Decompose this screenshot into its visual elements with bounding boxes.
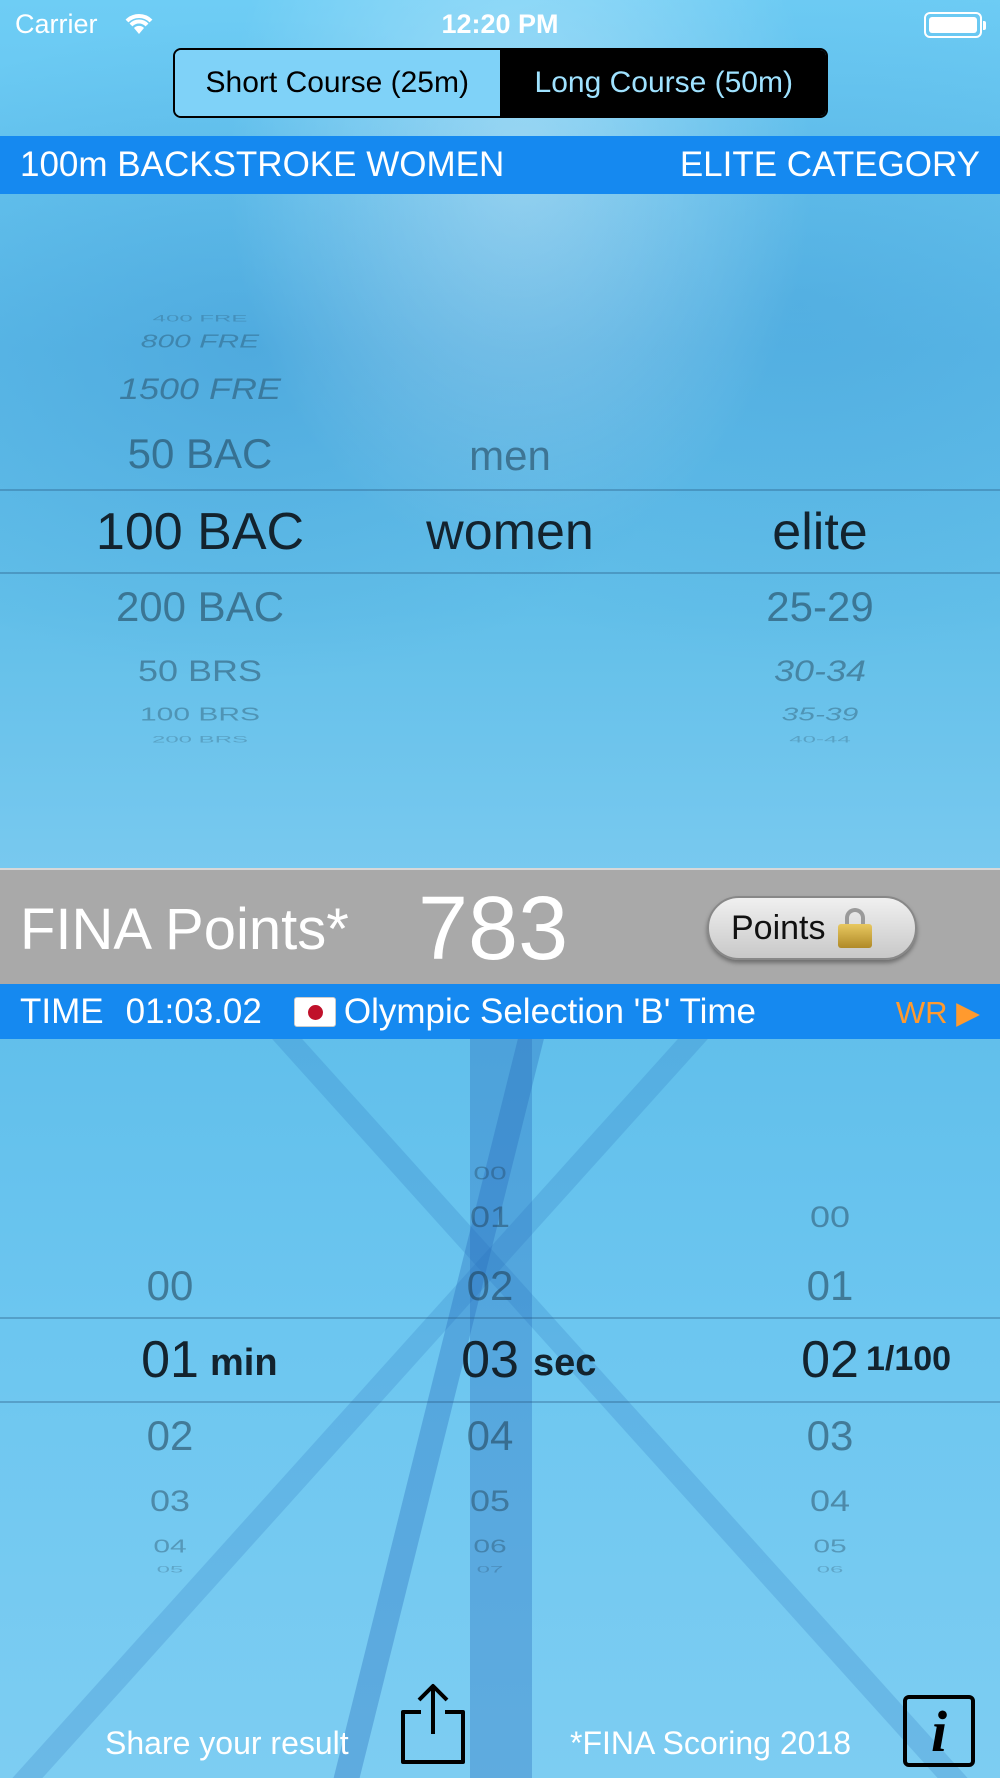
picker-selection-line-top (0, 1317, 1000, 1319)
picker-item[interactable]: 50 BAC (60, 430, 340, 478)
picker-item[interactable]: 04 (80, 1537, 260, 1557)
points-value: 783 (418, 879, 569, 979)
points-button-label: Points (731, 908, 826, 947)
picker-selected-gender[interactable]: women (360, 502, 660, 562)
seconds-unit-label: sec (533, 1342, 597, 1384)
points-lock-button[interactable]: Points (707, 896, 917, 960)
picker-item[interactable]: 30-34 (680, 654, 960, 688)
category-title: ELITE CATEGORY (679, 145, 980, 184)
picker-selected-stroke[interactable]: 100 BAC (60, 502, 340, 562)
picker-item[interactable]: 05 (80, 1565, 260, 1576)
picker-item[interactable]: 100 BRS (60, 705, 340, 725)
picker-item[interactable]: 1500 FRE (60, 372, 340, 406)
picker-item[interactable]: 04 (400, 1412, 580, 1460)
world-record-link[interactable]: WR ▶ (896, 995, 980, 1031)
picker-item[interactable]: 02 (400, 1262, 580, 1310)
picker-item[interactable]: men (360, 432, 660, 480)
picker-item[interactable]: 400 FRE (60, 314, 340, 325)
picker-item[interactable]: 200 BRS (60, 735, 340, 746)
minutes-unit-label: min (210, 1342, 278, 1384)
time-bar: TIME 01:03.02 Olympic Selection 'B' Time… (0, 984, 1000, 1039)
japan-flag-icon (293, 996, 336, 1027)
picker-selection-line-bottom (0, 572, 1000, 574)
picker-selection-line-bottom (0, 1401, 1000, 1403)
points-label: FINA Points* (20, 897, 349, 962)
picker-selected-category[interactable]: elite (680, 502, 960, 562)
picker-item[interactable]: 25-29 (680, 583, 960, 631)
picker-item[interactable]: 35-39 (680, 705, 960, 725)
picker-item[interactable]: 02 (80, 1412, 260, 1460)
picker-item[interactable]: 01 (740, 1262, 920, 1310)
picker-item[interactable]: 03 (740, 1412, 920, 1460)
time-label: TIME (20, 991, 104, 1031)
status-bar: Carrier 12:20 PM (0, 0, 1000, 48)
course-segmented-control: Short Course (25m) Long Course (50m) (173, 48, 828, 118)
picker-item[interactable]: 01 (400, 1200, 580, 1234)
fina-scoring-label: *FINA Scoring 2018 (570, 1725, 852, 1761)
picker-item[interactable]: 03 (80, 1484, 260, 1518)
share-result-label[interactable]: Share your result (105, 1725, 349, 1762)
status-clock: 12:20 PM (441, 9, 559, 39)
segment-short-course[interactable]: Short Course (25m) (175, 50, 502, 116)
picker-item[interactable]: 06 (740, 1565, 920, 1576)
info-icon[interactable]: i (903, 1695, 975, 1767)
picker-item[interactable]: 00 (400, 1164, 580, 1184)
picker-item[interactable]: 800 FRE (60, 332, 340, 352)
picker-item[interactable]: 04 (740, 1484, 920, 1518)
picker-item[interactable]: 00 (740, 1200, 920, 1234)
picker-item[interactable]: 50 BRS (60, 654, 340, 688)
picker-item[interactable]: 00 (80, 1262, 260, 1310)
event-title: 100m BACKSTROKE WOMEN (20, 145, 505, 184)
picker-item[interactable]: 200 BAC (60, 583, 340, 631)
picker-item[interactable]: 05 (740, 1537, 920, 1557)
qualification-standard: Olympic Selection 'B' Time (343, 991, 756, 1031)
event-header-bar: 100m BACKSTROKE WOMEN ELITE CATEGORY (0, 136, 1000, 194)
share-icon[interactable] (397, 1680, 469, 1766)
picker-item[interactable]: 05 (400, 1484, 580, 1518)
segment-long-course[interactable]: Long Course (50m) (501, 50, 826, 116)
picker-selection-line-top (0, 489, 1000, 491)
hundredths-unit-label: 1/100 (866, 1340, 952, 1378)
points-row: FINA Points* 783 Points (0, 868, 1000, 984)
picker-item[interactable]: 40-44 (680, 735, 960, 746)
picker-item[interactable]: 07 (400, 1565, 580, 1576)
lock-icon (837, 908, 872, 948)
battery-icon (924, 12, 986, 38)
picker-item[interactable]: 06 (400, 1537, 580, 1557)
time-value: 01:03.02 (125, 991, 262, 1031)
